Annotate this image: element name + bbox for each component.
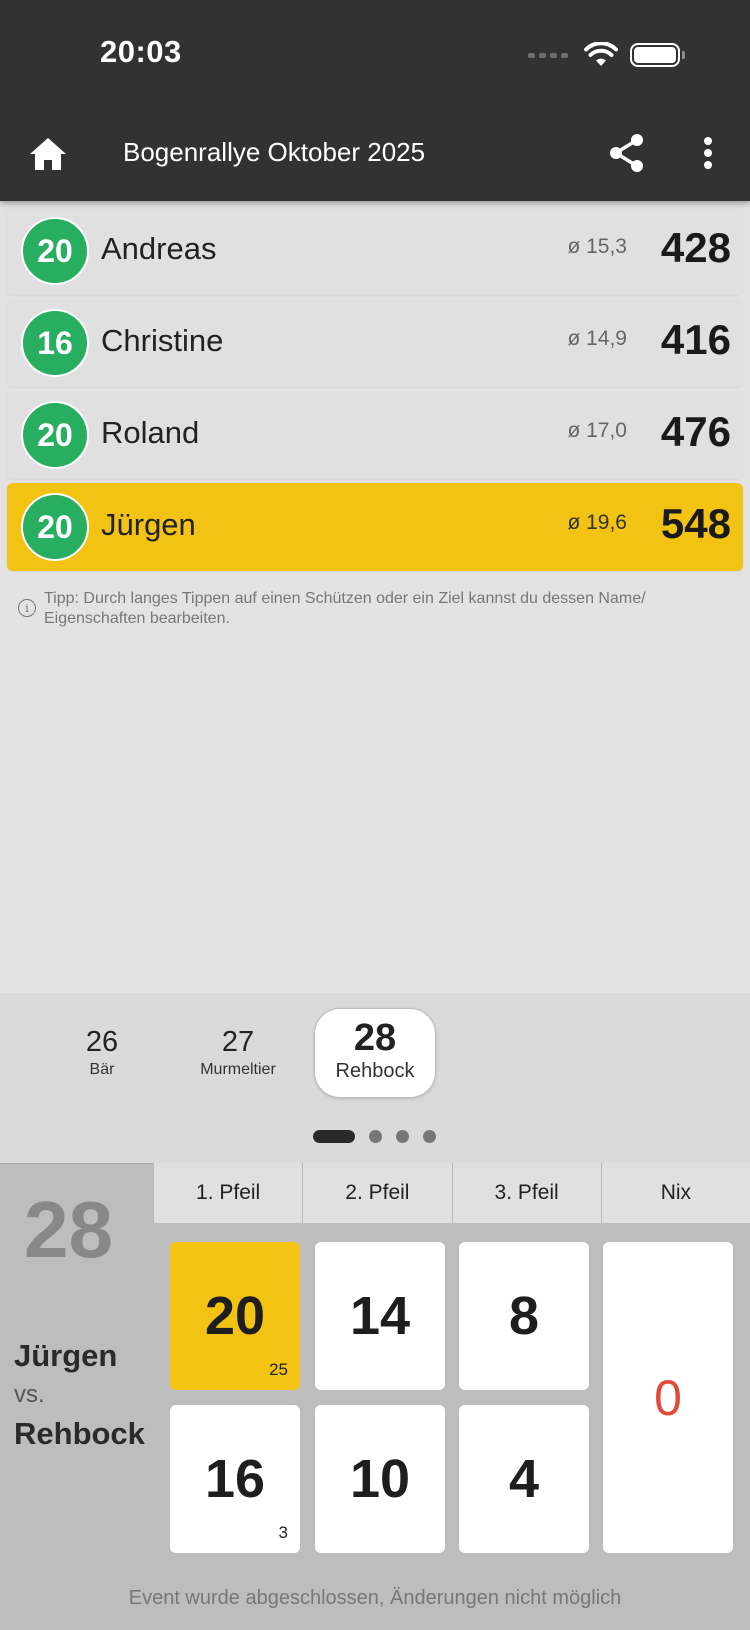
arrows-count-badge: 20 — [21, 217, 89, 285]
info-icon: i — [18, 599, 36, 617]
miss-button[interactable]: 0 — [603, 1242, 733, 1553]
page-dot[interactable] — [396, 1130, 409, 1143]
arrow-tabs: 1. Pfeil 2. Pfeil 3. Pfeil Nix — [153, 1163, 750, 1223]
target-item[interactable]: 27 Murmeltier — [186, 1026, 290, 1079]
tab-nix[interactable]: Nix — [600, 1163, 750, 1223]
tab-arrow-1[interactable]: 1. Pfeil — [153, 1163, 303, 1223]
points-button[interactable]: 4 — [459, 1405, 589, 1553]
share-icon[interactable] — [608, 133, 646, 173]
shooter-average: ø 17,0 — [567, 419, 627, 442]
tip-hint: i Tipp: Durch langes Tippen auf einen Sc… — [18, 588, 733, 629]
shooter-average: ø 19,6 — [567, 511, 627, 534]
shooter-total: 476 — [660, 408, 731, 455]
points-button[interactable]: 10 — [315, 1405, 445, 1553]
shooter-name: Jürgen — [101, 507, 196, 542]
shooter-average: ø 14,9 — [567, 327, 627, 350]
cellular-signal-icon — [528, 52, 568, 58]
points-button[interactable]: 14 — [315, 1242, 445, 1390]
points-value: 8 — [508, 1286, 540, 1346]
status-time: 20:03 — [100, 34, 182, 69]
page-indicator — [313, 1130, 436, 1143]
home-icon[interactable] — [28, 136, 68, 172]
app-bar: 20:03 Bogenrallye Oktober 2025 — [0, 0, 750, 201]
more-vert-icon[interactable] — [693, 133, 723, 173]
shooter-row[interactable]: 20 Andreas ø 15,3 428 — [7, 207, 743, 295]
miss-value: 0 — [654, 1369, 682, 1426]
shooter-total: 428 — [660, 224, 731, 271]
target-item[interactable]: 26 Bär — [62, 1026, 142, 1079]
arrows-count-badge: 20 — [21, 401, 89, 469]
event-closed-note: Event wurde abgeschlossen, Änderungen ni… — [128, 1587, 622, 1609]
shooter-name: Andreas — [101, 231, 217, 266]
matchup-vs: vs. — [14, 1381, 45, 1408]
shooter-name: Christine — [101, 323, 224, 358]
shooter-total: 416 — [660, 316, 731, 363]
page-dot-active[interactable] — [313, 1130, 355, 1143]
target-number: 26 — [85, 1026, 119, 1058]
arrows-count-badge: 20 — [21, 493, 89, 561]
page-dot[interactable] — [369, 1130, 382, 1143]
matchup-shooter: Jürgen — [14, 1338, 118, 1373]
points-value: 10 — [349, 1449, 411, 1509]
page-title: Bogenrallye Oktober 2025 — [123, 137, 426, 167]
shooter-row-active[interactable]: 20 Jürgen ø 19,6 548 — [7, 483, 743, 571]
shooter-name: Roland — [101, 415, 200, 450]
target-number: 28 — [353, 1017, 397, 1059]
points-value: 4 — [508, 1449, 540, 1509]
shooter-average: ø 15,3 — [567, 235, 627, 258]
points-button-selected[interactable]: 20 25 — [170, 1242, 300, 1390]
tab-arrow-2[interactable]: 2. Pfeil — [302, 1163, 452, 1223]
shooter-total: 548 — [660, 500, 731, 547]
points-value: 14 — [349, 1286, 411, 1346]
shooter-row[interactable]: 20 Roland ø 17,0 476 — [7, 391, 743, 479]
tip-text: Tipp: Durch langes Tippen auf einen Schü… — [44, 590, 646, 627]
target-label: Bär — [89, 1061, 115, 1078]
points-button[interactable]: 8 — [459, 1242, 589, 1390]
page-dot[interactable] — [423, 1130, 436, 1143]
points-count: 25 — [269, 1360, 288, 1379]
current-target-number: 28 — [24, 1185, 113, 1274]
points-value: 20 — [204, 1286, 266, 1346]
points-count: 3 — [278, 1523, 288, 1542]
target-label: Murmeltier — [200, 1061, 276, 1078]
points-value: 16 — [204, 1449, 266, 1509]
tab-arrow-3[interactable]: 3. Pfeil — [451, 1163, 601, 1223]
target-number: 27 — [221, 1026, 255, 1058]
status-icons — [528, 40, 685, 70]
shooter-row[interactable]: 16 Christine ø 14,9 416 — [7, 299, 743, 387]
target-label: Rehbock — [335, 1060, 415, 1082]
points-button[interactable]: 16 3 — [170, 1405, 300, 1553]
target-item-selected[interactable]: 28 Rehbock — [314, 1008, 436, 1098]
matchup: Jürgen vs. Rehbock — [14, 1336, 145, 1453]
matchup-target: Rehbock — [14, 1416, 145, 1451]
arrows-count-badge: 16 — [21, 309, 89, 377]
wifi-icon — [584, 42, 618, 66]
battery-icon — [630, 43, 685, 67]
